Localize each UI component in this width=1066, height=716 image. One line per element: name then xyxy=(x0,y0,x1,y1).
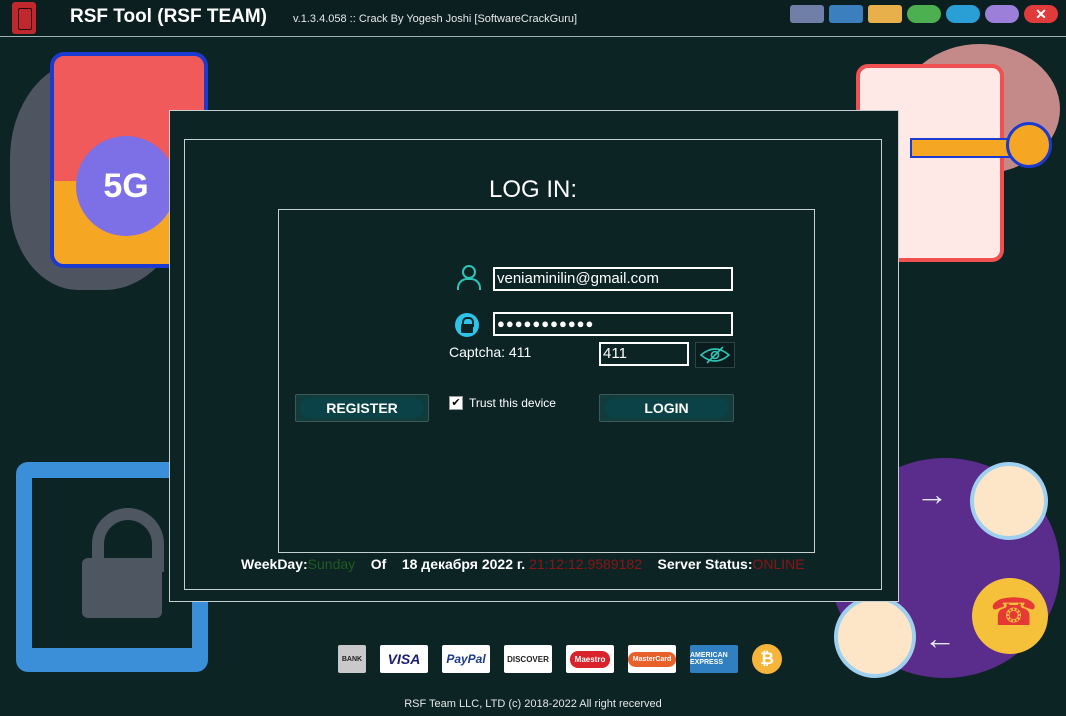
network-icon[interactable] xyxy=(790,5,824,23)
email-field[interactable]: veniaminilin@gmail.com xyxy=(493,267,733,291)
arrow-left-icon: ← xyxy=(924,620,956,656)
user-icon-head xyxy=(462,265,476,279)
arrow-right-icon: → xyxy=(916,476,948,512)
weekday-label: WeekDay: xyxy=(241,556,308,572)
captcha-input[interactable]: 411 xyxy=(599,342,689,366)
folder-icon[interactable] xyxy=(868,5,902,23)
close-icon[interactable]: ✕ xyxy=(1024,5,1058,23)
weekday-value: Sunday xyxy=(307,556,356,572)
team-icon[interactable] xyxy=(829,5,863,23)
whatsapp-icon[interactable] xyxy=(907,5,941,23)
status-bar: WeekDay:Sunday Of 18 декабря 2022 г. 21:… xyxy=(241,556,805,572)
trust-device-checkbox[interactable]: ✔ xyxy=(449,396,463,410)
avatar-icon xyxy=(834,596,916,678)
password-field[interactable]: ●●●●●●●●●●● xyxy=(493,312,733,336)
lock-icon xyxy=(455,313,479,337)
avatar-icon xyxy=(970,462,1048,540)
captcha-label: Captcha: 411 xyxy=(449,344,532,360)
paypal-logo: PayPal xyxy=(442,645,490,673)
footer-copyright: RSF Team LLC, LTD (c) 2018-2022 All righ… xyxy=(404,698,662,710)
of-label: Of xyxy=(370,556,387,572)
maestro-logo: Maestro xyxy=(566,645,614,673)
key-icon xyxy=(910,122,1052,168)
app-version: v.1.3.4.058 :: Crack By Yogesh Joshi [So… xyxy=(293,13,578,25)
bank-label: BANK xyxy=(341,655,363,663)
server-status-label: Server Status: xyxy=(657,556,753,572)
title-bar: RSF Tool (RSF TEAM) v.1.3.4.058 :: Crack… xyxy=(0,0,1066,37)
title-bar-icons: ✕ xyxy=(790,5,1058,23)
show-password-button[interactable] xyxy=(695,342,735,368)
five-g-badge: 5G xyxy=(76,136,176,236)
discover-logo: DISCOVER xyxy=(504,645,552,673)
login-form: veniaminilin@gmail.com ●●●●●●●●●●● Captc… xyxy=(278,209,815,553)
bitcoin-icon: ₿ xyxy=(752,644,782,674)
padlock-icon xyxy=(82,558,162,618)
register-button[interactable]: REGISTER xyxy=(295,394,429,422)
app-logo-icon xyxy=(12,2,36,34)
key-shaft xyxy=(910,138,1014,158)
login-title: LOG IN: xyxy=(488,176,578,203)
phone-call-icon xyxy=(972,578,1048,654)
date-value: 18 декабря 2022 г. xyxy=(401,556,526,572)
key-ring xyxy=(1006,122,1052,168)
eye-slash-icon xyxy=(699,346,731,364)
login-dialog: LOG IN: veniaminilin@gmail.com ●●●●●●●●●… xyxy=(169,110,899,602)
telegram-icon[interactable] xyxy=(946,5,980,23)
user-icon-shoulders xyxy=(457,278,481,290)
maestro-label: Maestro xyxy=(569,650,611,668)
visa-logo: VISA xyxy=(380,645,428,673)
time-value: 21:12:12.9589182 xyxy=(529,556,642,572)
app-title: RSF Tool (RSF TEAM) xyxy=(70,6,268,27)
minimize-icon[interactable] xyxy=(985,5,1019,23)
trust-device-option[interactable]: ✔ Trust this device xyxy=(449,396,556,410)
login-button[interactable]: LOGIN xyxy=(599,394,734,422)
mastercard-logo: MasterCard xyxy=(627,645,677,673)
login-dialog-frame: LOG IN: veniaminilin@gmail.com ●●●●●●●●●… xyxy=(184,139,882,590)
register-button-label: REGISTER xyxy=(300,398,424,418)
mastercard-label: MasterCard xyxy=(627,651,677,667)
trust-device-label: Trust this device xyxy=(469,396,556,410)
bank-icon: BANK xyxy=(338,645,366,673)
amex-logo: AMERICAN EXPRESS xyxy=(690,645,738,673)
login-button-label: LOGIN xyxy=(604,398,729,418)
user-icon xyxy=(457,265,481,290)
lock-icon-body xyxy=(461,324,473,333)
phone-screen xyxy=(32,478,192,648)
server-status-value: ONLINE xyxy=(752,556,805,572)
payment-methods: BANK VISA PayPal DISCOVER Maestro Master… xyxy=(338,644,782,674)
